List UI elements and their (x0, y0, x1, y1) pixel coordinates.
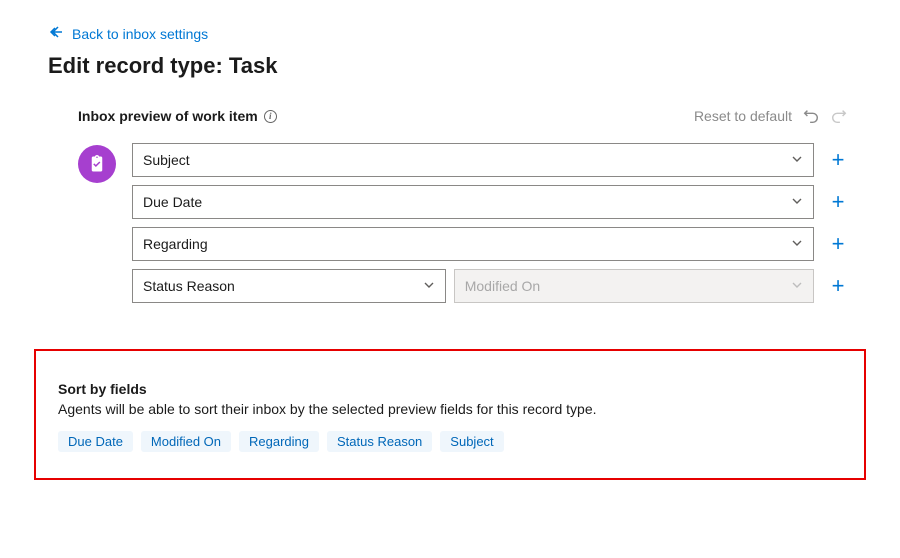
chevron-down-icon (791, 236, 803, 252)
field-select-due-date[interactable]: Due Date (132, 185, 814, 219)
sort-chip[interactable]: Subject (440, 431, 503, 452)
sort-chip[interactable]: Regarding (239, 431, 319, 452)
sort-section-description: Agents will be able to sort their inbox … (58, 401, 842, 417)
field-select-label: Due Date (143, 194, 202, 210)
field-select-modified-on: Modified On (454, 269, 814, 303)
add-field-button[interactable]: + (824, 269, 852, 303)
page-title: Edit record type: Task (48, 53, 852, 79)
arrow-left-icon (48, 24, 64, 43)
info-icon[interactable]: i (264, 110, 277, 123)
reset-to-default-button[interactable]: Reset to default (694, 108, 792, 124)
chevron-down-icon (791, 152, 803, 168)
sort-by-fields-section: Sort by fields Agents will be able to so… (34, 349, 866, 480)
field-select-subject[interactable]: Subject (132, 143, 814, 177)
field-select-label: Status Reason (143, 278, 235, 294)
sort-chip[interactable]: Status Reason (327, 431, 432, 452)
sort-section-title: Sort by fields (58, 381, 842, 397)
preview-title-text: Inbox preview of work item (78, 108, 258, 124)
sort-chip[interactable]: Due Date (58, 431, 133, 452)
redo-icon[interactable] (830, 107, 848, 125)
add-field-button[interactable]: + (824, 143, 852, 177)
undo-icon[interactable] (802, 107, 820, 125)
field-select-label: Modified On (465, 278, 540, 294)
preview-section-title: Inbox preview of work item i (78, 108, 277, 124)
sort-chip[interactable]: Modified On (141, 431, 231, 452)
field-select-status-reason[interactable]: Status Reason (132, 269, 446, 303)
back-link-label: Back to inbox settings (72, 26, 208, 42)
chevron-down-icon (791, 278, 803, 294)
back-to-inbox-settings-link[interactable]: Back to inbox settings (48, 24, 208, 43)
chevron-down-icon (423, 278, 435, 294)
add-field-button[interactable]: + (824, 227, 852, 261)
field-select-label: Regarding (143, 236, 208, 252)
task-record-icon (78, 145, 116, 183)
chevron-down-icon (791, 194, 803, 210)
field-select-label: Subject (143, 152, 190, 168)
add-field-button[interactable]: + (824, 185, 852, 219)
field-select-regarding[interactable]: Regarding (132, 227, 814, 261)
